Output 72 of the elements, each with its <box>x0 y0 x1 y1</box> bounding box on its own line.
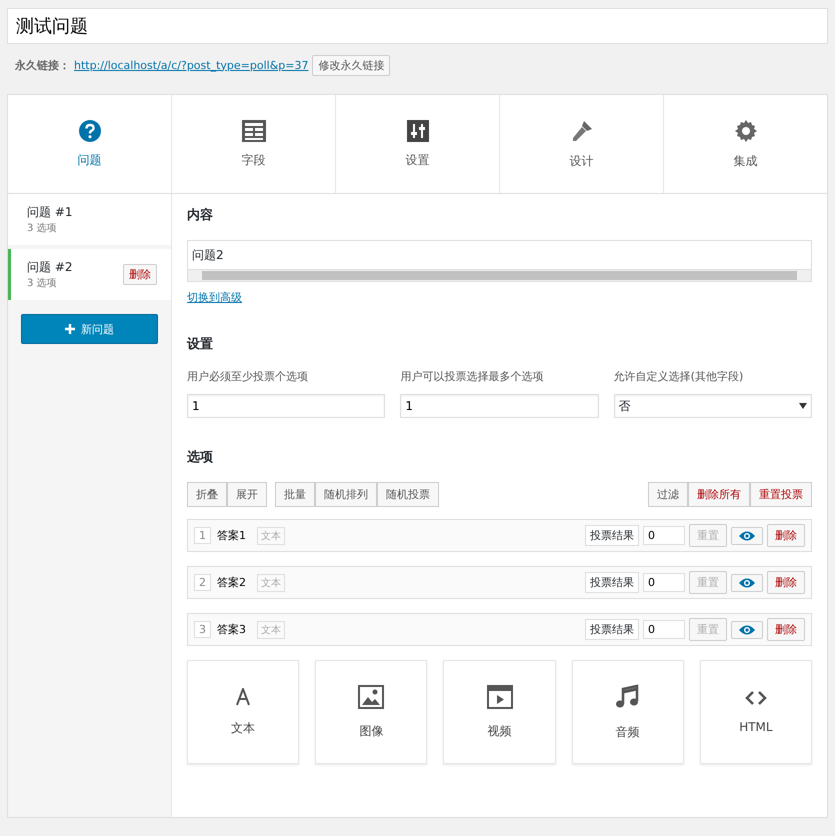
add-choice-type-button[interactable]: 视频 <box>443 660 556 764</box>
question-title: 问题 #1 <box>27 204 73 221</box>
votes-label: 投票结果 <box>585 525 639 546</box>
toolbar-button[interactable]: 展开 <box>227 482 267 507</box>
votes-field[interactable]: 0 <box>643 620 685 639</box>
toolbar-button[interactable]: 重置投票 <box>750 482 812 507</box>
settings-icon <box>734 118 758 142</box>
horizontal-scrollbar[interactable] <box>188 269 811 281</box>
setting-label: 用户必须至少投票个选项 <box>187 369 309 384</box>
votes-field[interactable]: 0 <box>643 526 685 545</box>
choice-number: 2 <box>194 574 211 591</box>
votes-label: 投票结果 <box>585 619 639 640</box>
setting-label: 允许自定义选择(其他字段) <box>614 369 744 384</box>
question-count: 3 选项 <box>27 276 58 290</box>
visibility-button[interactable] <box>731 526 763 544</box>
choice-number: 1 <box>194 527 211 544</box>
image-icon <box>358 684 384 708</box>
setting-label: 用户可以投票选择最多个选项 <box>400 369 544 384</box>
sliders-icon <box>406 120 428 142</box>
section-heading: 设置 <box>187 336 214 353</box>
toolbar-button[interactable]: 批量 <box>275 482 315 507</box>
video-icon <box>486 684 512 708</box>
choice-field[interactable]: 答案1 <box>215 528 253 543</box>
help-icon <box>78 120 100 142</box>
delete-button[interactable]: 删除 <box>767 571 805 594</box>
eye-icon <box>738 530 756 542</box>
add-choice-type-button[interactable]: 文本 <box>187 660 300 764</box>
section-heading: 选项 <box>187 449 214 466</box>
table-icon <box>242 120 266 142</box>
permalink-link[interactable]: http://localhost/a/c/?post_type=poll&p=37 <box>74 58 308 72</box>
dropdown-arrow-icon <box>798 403 807 409</box>
title-field[interactable]: 测试问题 <box>7 8 828 44</box>
visibility-button[interactable] <box>731 574 763 592</box>
number-field[interactable]: 1 <box>187 394 386 418</box>
add-choice-type-button[interactable]: 音频 <box>572 660 684 764</box>
eye-icon <box>738 624 756 636</box>
visibility-button[interactable] <box>731 620 763 638</box>
votes-field[interactable]: 0 <box>643 573 685 592</box>
permalink-label: 永久链接： <box>15 58 70 72</box>
delete-button[interactable]: 删除 <box>767 524 805 547</box>
choice-field[interactable]: 答案2 <box>215 575 253 590</box>
type-tag: 文本 <box>257 574 285 592</box>
type-tag: 文本 <box>257 620 285 638</box>
number-field[interactable]: 1 <box>400 394 599 418</box>
switch-advanced-link[interactable]: 切换到高级 <box>187 290 242 305</box>
section-heading: 内容 <box>187 206 214 224</box>
plus-icon <box>65 324 75 334</box>
letter-a-icon <box>235 688 252 706</box>
question-item[interactable]: 问题 #1 3 选项 <box>8 194 171 245</box>
toolbar-button[interactable]: 过滤 <box>648 482 688 507</box>
toolbar-button[interactable]: 折叠 <box>187 482 227 507</box>
code-icon <box>744 690 767 706</box>
toolbar-button[interactable]: 删除所有 <box>688 482 750 507</box>
select-field[interactable]: 否 <box>614 394 812 418</box>
votes-label: 投票结果 <box>585 572 639 593</box>
delete-button[interactable]: 删除 <box>767 618 805 641</box>
question-item[interactable]: 问题 #2 3 选项 删除 <box>8 249 171 300</box>
add-choice-type-button[interactable]: 图像 <box>315 660 428 764</box>
edit-permalink-button[interactable]: 修改永久链接 <box>312 54 390 76</box>
content-field[interactable]: 问题2 <box>187 240 812 282</box>
question-title: 问题 #2 <box>27 259 73 276</box>
type-tag: 文本 <box>257 526 285 544</box>
music-note-icon <box>614 684 641 710</box>
choice-number: 3 <box>194 621 211 638</box>
toolbar-button[interactable]: 随机排列 <box>315 482 377 507</box>
question-count: 3 选项 <box>27 222 58 235</box>
delete-button[interactable]: 删除 <box>123 264 157 285</box>
choice-field[interactable]: 答案3 <box>215 622 253 637</box>
new-question-button[interactable]: 新问题 <box>21 314 158 344</box>
eye-icon <box>738 576 756 588</box>
add-choice-type-button[interactable]: HTML <box>700 660 812 764</box>
toolbar-button[interactable]: 随机投票 <box>377 482 439 507</box>
